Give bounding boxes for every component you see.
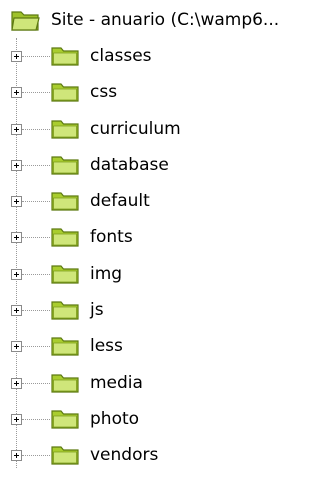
folder-icon: [51, 374, 79, 393]
tree-folder-label: classes: [90, 46, 152, 66]
tree-connector-line: [22, 128, 50, 130]
tree-connector-line: [22, 382, 50, 384]
folder-icon: [51, 192, 79, 211]
tree-folder-label: photo: [90, 408, 140, 429]
tree-connector-line: [16, 38, 17, 468]
tree-connector-line: [22, 164, 50, 166]
folder-icon: [51, 446, 79, 465]
folder-icon: [51, 119, 79, 139]
expand-plus-icon[interactable]: [11, 196, 22, 208]
expand-plus-icon[interactable]: [11, 268, 22, 280]
expand-plus-icon[interactable]: [11, 377, 22, 389]
folder-icon: [51, 83, 79, 102]
tree-folder-label: default: [90, 191, 150, 212]
expand-plus-icon[interactable]: [11, 51, 22, 62]
folder-icon: [51, 156, 79, 175]
tree-folder-label: curriculum: [90, 118, 181, 139]
tree-root-label: Site - anuario (C:\wamp6...: [51, 10, 280, 30]
folder-open-icon: [11, 11, 40, 31]
tree-folder-label: css: [90, 82, 118, 103]
tree-connector-line: [22, 273, 50, 275]
tree-folder-label: fonts: [90, 227, 133, 248]
folder-icon: [51, 410, 79, 429]
expand-plus-icon[interactable]: [11, 413, 22, 425]
tree-connector-line: [22, 56, 50, 57]
expand-plus-icon[interactable]: [11, 341, 22, 353]
folder-icon: [51, 265, 79, 284]
tree-root-site[interactable]: Site - anuario (C:\wamp6...: [10, 6, 279, 34]
file-tree: Site - anuario (C:\wamp6... classes css cu…: [0, 0, 330, 470]
tree-connector-line: [22, 92, 50, 94]
tree-folder-label: media: [90, 372, 143, 393]
expand-plus-icon[interactable]: [11, 123, 22, 135]
tree-folder-label: database: [90, 154, 169, 175]
tree-connector-line: [22, 346, 50, 348]
tree-connector-line: [22, 237, 50, 239]
folder-icon: [51, 337, 79, 356]
tree-folder-label: vendors: [90, 445, 159, 466]
expand-plus-icon[interactable]: [11, 232, 22, 244]
expand-plus-icon[interactable]: [11, 305, 22, 317]
tree-connector-line: [22, 201, 50, 203]
expand-plus-icon[interactable]: [11, 87, 22, 99]
expand-plus-icon[interactable]: [11, 159, 22, 171]
tree-folder-label: img: [90, 263, 123, 284]
tree-connector-line: [22, 418, 50, 420]
tree-connector-line: [22, 310, 50, 312]
folder-icon: [51, 301, 79, 320]
tree-connector-line: [22, 455, 50, 457]
tree-folder-label: js: [90, 300, 104, 321]
folder-icon: [51, 228, 79, 248]
folder-icon: [51, 47, 79, 66]
expand-plus-icon[interactable]: [11, 450, 22, 462]
tree-folder-label: less: [90, 336, 123, 357]
